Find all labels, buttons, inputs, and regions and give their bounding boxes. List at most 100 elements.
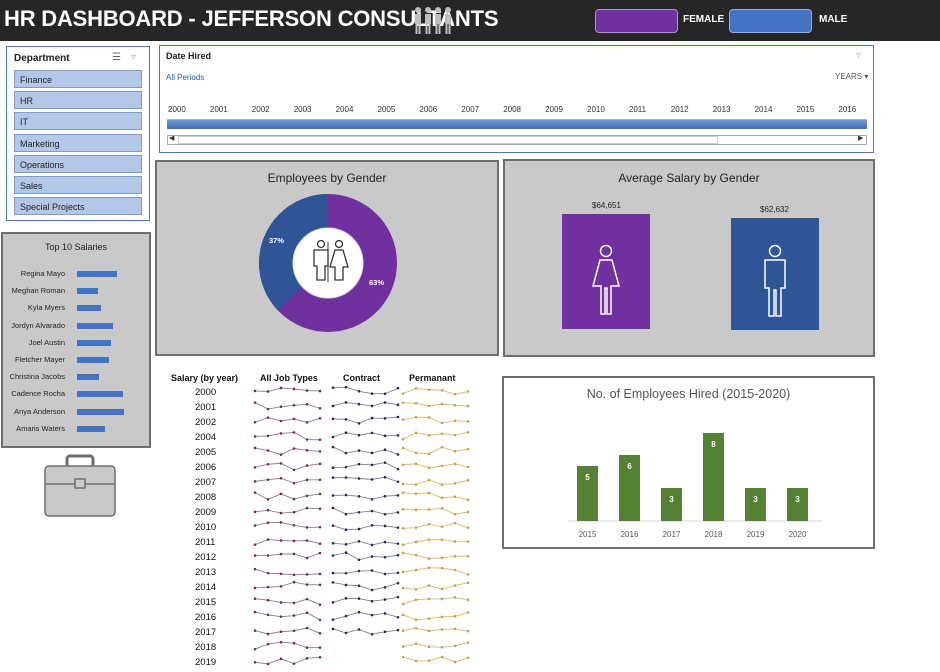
sparkline-marker: [344, 476, 348, 479]
timeline-year-label[interactable]: 2001: [210, 105, 228, 114]
male-figure-icon: [764, 244, 786, 317]
multi-select-icon[interactable]: ☰: [112, 52, 121, 63]
sparkline-marker: [357, 402, 361, 406]
department-item-sales[interactable]: Sales: [14, 176, 142, 194]
sparkline-all: [254, 387, 321, 392]
sparkline-marker: [401, 586, 405, 590]
timeline-year-label[interactable]: 2016: [838, 105, 856, 114]
sparkline-contract: [332, 628, 399, 635]
top-salary-bar: [77, 322, 114, 329]
timeline-year-label[interactable]: 2012: [671, 105, 689, 114]
sparkline-marker: [396, 595, 400, 599]
sparkline-all: [254, 581, 321, 589]
sparkline-marker: [440, 587, 444, 591]
sparkline-all: [254, 641, 321, 650]
sparkline-marker: [401, 482, 405, 486]
sparkline-marker: [279, 640, 283, 644]
sparkline-year-label: 2006: [195, 462, 217, 473]
sparkline-marker: [344, 512, 348, 516]
sparkline-marker: [318, 655, 322, 659]
timeline-level-dropdown[interactable]: YEARS ▾: [835, 72, 868, 81]
sparkline-marker: [440, 538, 444, 541]
sparkline-marker: [305, 646, 309, 649]
top-salary-name: Jordyn Alvarado: [11, 320, 65, 330]
sparkline-marker: [357, 510, 361, 514]
sparkline-marker: [466, 641, 470, 645]
sparkline-contract: [332, 570, 399, 575]
sparkline-contract: [332, 581, 399, 591]
sparkline-permanent: [402, 463, 469, 469]
sparkline-marker: [396, 628, 400, 632]
sparkline-permanent: [402, 387, 469, 395]
timeline-scroll-thumb[interactable]: [178, 136, 718, 144]
gender-donut-chart: [259, 194, 397, 332]
sparkline-marker: [331, 524, 335, 527]
timeline-selection-bar[interactable]: [167, 119, 867, 129]
sparkline-marker: [453, 627, 457, 631]
sparkline-marker: [331, 445, 335, 449]
timeline-year-label[interactable]: 2010: [587, 105, 605, 114]
timeline-year-label[interactable]: 2011: [629, 105, 646, 114]
hired-bar: [787, 488, 808, 521]
sparkline-marker: [279, 572, 283, 576]
department-item-marketing[interactable]: Marketing: [14, 133, 142, 152]
timeline-year-label[interactable]: 2006: [419, 105, 437, 114]
department-item-finance[interactable]: Finance: [14, 70, 142, 88]
sparkline-marker: [279, 511, 283, 515]
sparkline-marker: [396, 511, 400, 514]
timeline-year-label[interactable]: 2003: [294, 105, 312, 114]
hired-bar-value-label: 3: [669, 495, 674, 504]
sparkline-marker: [331, 417, 335, 421]
sparkline-marker: [383, 585, 387, 589]
scroll-right-icon[interactable]: ▶: [858, 134, 863, 142]
timeline-year-label[interactable]: 2014: [755, 105, 773, 114]
department-item-operations[interactable]: Operations: [14, 154, 142, 173]
top-salary-name: Joel Austin: [28, 337, 65, 347]
sparkline-marker: [305, 539, 309, 542]
male-legend-swatch: [729, 9, 812, 33]
scroll-left-icon[interactable]: ◀: [169, 134, 174, 142]
clear-filter-icon[interactable]: ▿: [856, 50, 861, 61]
top-salary-name: Meghan Roman: [11, 286, 65, 296]
department-item-special-projects[interactable]: Special Projects: [14, 197, 142, 216]
sparkline-marker: [292, 580, 296, 584]
sparkline-marker: [357, 569, 361, 573]
department-item-it[interactable]: IT: [14, 112, 142, 131]
top-salary-bar: [77, 288, 98, 295]
sparkline-marker: [383, 572, 387, 576]
top-salary-bar: [77, 271, 118, 277]
sparkline-marker: [440, 506, 444, 510]
female-legend-label: FEMALE: [683, 14, 725, 25]
timeline-year-label[interactable]: 2013: [713, 105, 731, 114]
clear-filter-icon[interactable]: ▿: [131, 52, 136, 63]
timeline-year-label[interactable]: 2008: [503, 105, 521, 114]
sparkline-year-label: 2017: [195, 627, 217, 638]
timeline-year-label[interactable]: 2005: [378, 105, 396, 114]
timeline-year-label[interactable]: 2009: [545, 105, 563, 114]
sparkline-marker: [279, 476, 283, 480]
sparkline-marker: [331, 435, 335, 439]
timeline-year-label[interactable]: 2002: [252, 105, 270, 114]
timeline-year-label[interactable]: 2004: [336, 105, 354, 114]
employees-hired-panel: No. of Employees Hired (2015-2020) 5 2015…: [502, 376, 875, 549]
sparkline-marker: [318, 492, 322, 496]
department-slicer: Department ☰ ▿ Finance HR IT Marketing Opera…: [6, 46, 150, 221]
timeline-title: Date Hired: [166, 51, 212, 61]
sparkline-year-label: 2015: [195, 597, 217, 608]
sparkline-marker: [466, 540, 470, 543]
department-item-hr[interactable]: HR: [14, 91, 142, 110]
timeline-year-label[interactable]: 2000: [168, 105, 186, 114]
sparkline-marker: [344, 465, 348, 469]
top-salary-name: Christina Jacobs: [9, 372, 65, 382]
sparkline-marker: [383, 540, 387, 544]
timeline-year-label[interactable]: 2007: [461, 105, 479, 114]
sparkline-grid: [253, 385, 470, 666]
timeline-scrollbar[interactable]: ◀ ▶: [167, 135, 867, 145]
female-legend-swatch: [595, 9, 678, 33]
hired-category-label: 2015: [579, 530, 597, 539]
sparkline-marker: [357, 462, 361, 466]
sparkline-marker: [318, 525, 322, 529]
timeline-year-label[interactable]: 2015: [797, 105, 815, 114]
sparkline-marker: [253, 524, 257, 527]
sparkline-marker: [396, 494, 400, 497]
